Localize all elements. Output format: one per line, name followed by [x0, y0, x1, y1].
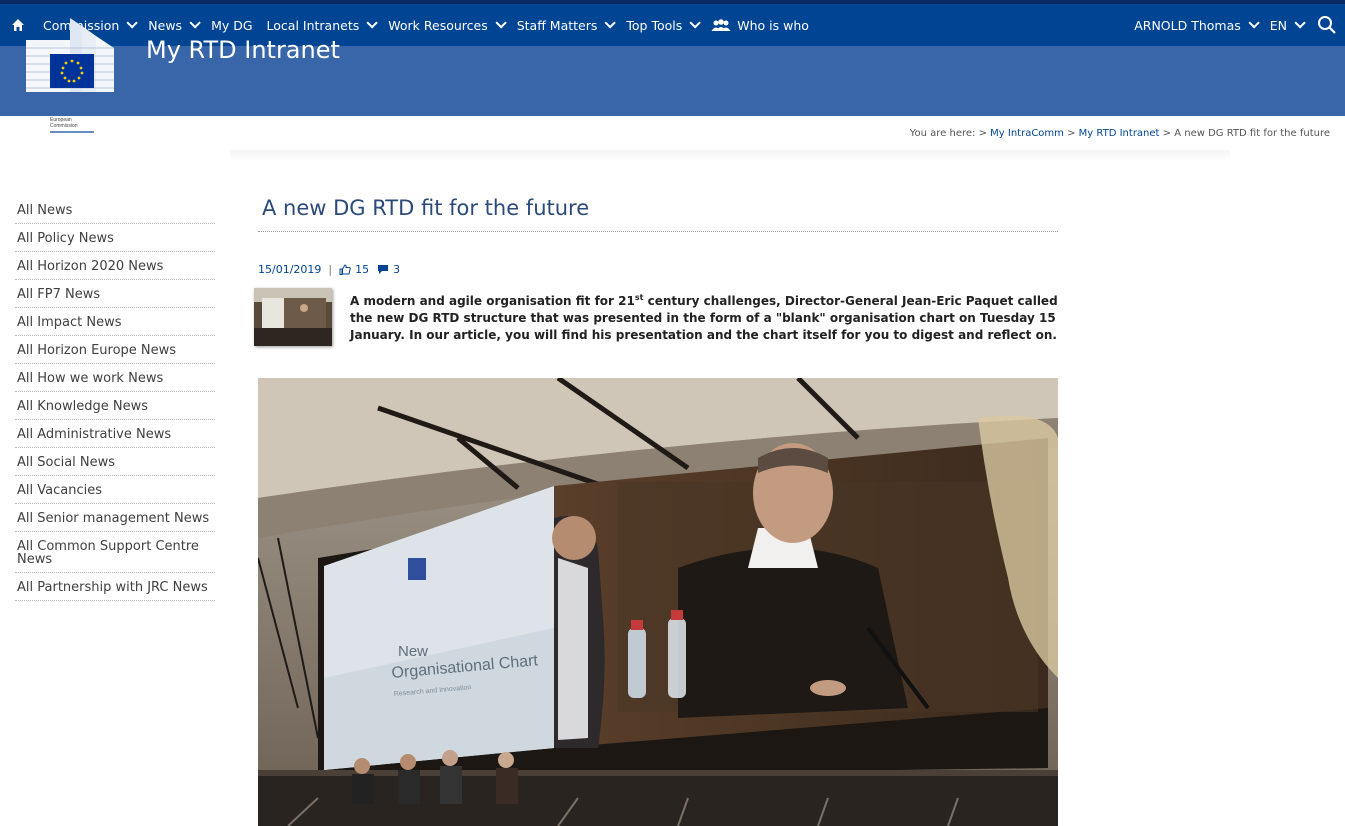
article-meta: 15/01/2019 | 15 3 — [258, 263, 401, 276]
chevron-down-icon — [1248, 17, 1260, 29]
user-name: ARNOLD Thomas — [1134, 17, 1241, 33]
breadcrumb: You are here: > My IntraComm > My RTD In… — [909, 128, 1330, 139]
sidebar-item-all-news[interactable]: All News — [15, 196, 215, 224]
nav-item-label: Staff Matters — [516, 17, 598, 33]
title-divider — [258, 231, 1058, 232]
nav-item-staff-matters[interactable]: Staff Matters — [510, 4, 620, 46]
people-icon — [711, 18, 731, 31]
sidebar-item-all-how-we-work-news[interactable]: All How we work News — [15, 364, 215, 392]
sidebar-item-all-social-news[interactable]: All Social News — [15, 448, 215, 476]
chevron-down-icon — [495, 17, 507, 29]
breadcrumb-link-rtd-intranet[interactable]: My RTD Intranet — [1079, 128, 1160, 139]
european-commission-logo[interactable]: European Commission — [22, 18, 140, 140]
breadcrumb-current: A new DG RTD fit for the future — [1174, 128, 1330, 139]
nav-item-label: News — [148, 17, 183, 33]
comment-icon[interactable] — [377, 264, 389, 275]
user-menu[interactable]: ARNOLD Thomas — [1127, 4, 1263, 46]
sidebar-item-all-common-support-centre-news[interactable]: All Common Support Centre News — [15, 532, 215, 573]
breadcrumb-link-intracomm[interactable]: My IntraComm — [990, 128, 1064, 139]
nav-item-label: Top Tools — [626, 17, 683, 33]
article-summary: A modern and agile organisation fit for … — [350, 289, 1058, 344]
thumbs-up-icon[interactable] — [339, 264, 351, 275]
breadcrumb-prefix: You are here: — [909, 128, 976, 139]
search-icon — [1318, 16, 1336, 34]
breadcrumb-shadow — [230, 150, 1230, 162]
news-sidebar: All News All Policy News All Horizon 2020 … — [15, 196, 215, 601]
sidebar-item-all-horizon-2020-news[interactable]: All Horizon 2020 News — [15, 252, 215, 280]
nav-item-work-resources[interactable]: Work Resources — [381, 4, 509, 46]
chevron-down-icon — [1294, 17, 1306, 29]
slide-text-new: New — [398, 643, 428, 660]
sidebar-item-all-administrative-news[interactable]: All Administrative News — [15, 420, 215, 448]
likes-count: 15 — [355, 263, 370, 276]
chevron-down-icon — [366, 17, 379, 29]
nav-item-label: Work Resources — [388, 17, 488, 33]
language-label: EN — [1269, 17, 1287, 33]
chevron-down-icon — [689, 17, 702, 29]
article-title: A new DG RTD fit for the future — [262, 196, 590, 220]
chevron-down-icon — [189, 17, 201, 29]
sidebar-item-all-fp7-news[interactable]: All FP7 News — [15, 280, 215, 308]
article-main-photo: New Organisational Chart Research and In… — [258, 378, 1058, 826]
language-selector[interactable]: EN — [1263, 4, 1309, 46]
sidebar-item-all-senior-management-news[interactable]: All Senior management News — [15, 504, 215, 532]
sidebar-item-all-impact-news[interactable]: All Impact News — [15, 308, 215, 336]
nav-item-label: Local Intranets — [266, 17, 360, 33]
chevron-down-icon — [604, 17, 617, 29]
sidebar-item-all-knowledge-news[interactable]: All Knowledge News — [15, 392, 215, 420]
sidebar-item-all-partnership-with-jrc-news[interactable]: All Partnership with JRC News — [15, 573, 215, 601]
nav-item-top-tools[interactable]: Top Tools — [619, 4, 704, 46]
nav-item-label: My DG — [211, 17, 253, 33]
article-date: 15/01/2019 — [258, 263, 322, 276]
sidebar-item-all-policy-news[interactable]: All Policy News — [15, 224, 215, 252]
nav-who-is-who-label: Who is who — [737, 17, 809, 33]
sidebar-item-all-vacancies[interactable]: All Vacancies — [15, 476, 215, 504]
nav-who-is-who[interactable]: Who is who — [704, 4, 816, 46]
article-thumbnail[interactable] — [254, 288, 332, 346]
site-title[interactable]: My RTD Intranet — [146, 36, 340, 64]
summary-text-1: A modern and agile organisation fit for … — [350, 294, 635, 308]
logo-text-commission: Commission — [50, 123, 78, 129]
comments-count: 3 — [393, 263, 401, 276]
sidebar-item-all-horizon-europe-news[interactable]: All Horizon Europe News — [15, 336, 215, 364]
search-button[interactable] — [1309, 4, 1345, 46]
